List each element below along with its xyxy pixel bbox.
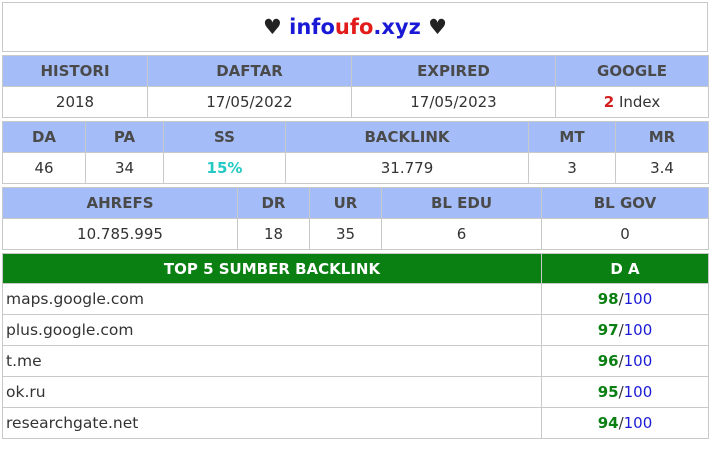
header-bl-edu: BL EDU — [381, 187, 542, 219]
bl-edu-value: 6 — [381, 218, 542, 250]
header-mt: MT — [528, 121, 616, 153]
dr-value: 18 — [237, 218, 310, 250]
heart-right-icon: ♥ — [428, 15, 447, 39]
table-row: t.me 96/100 — [2, 345, 709, 377]
backlink-site: ok.ru — [2, 376, 542, 408]
pa-value: 34 — [85, 152, 164, 184]
domain-title: ♥ infoufo.xyz ♥ — [2, 2, 708, 52]
header-dr: DR — [237, 187, 310, 219]
histori-value: 2018 — [2, 86, 148, 118]
da-value: 46 — [2, 152, 86, 184]
heart-left-icon: ♥ — [263, 15, 282, 39]
expired-value: 17/05/2023 — [351, 86, 556, 118]
header-expired: EXPIRED — [351, 55, 556, 87]
header-da-score: D A — [541, 253, 709, 284]
header-histori: HISTORI — [2, 55, 148, 87]
daftar-value: 17/05/2022 — [147, 86, 352, 118]
ahrefs-table: AHREFS DR UR BL EDU BL GOV 10.785.995 18… — [2, 187, 709, 250]
ss-value: 15% — [163, 152, 286, 184]
backlink-site: plus.google.com — [2, 314, 542, 346]
header-da: DA — [2, 121, 86, 153]
domain-stats-panel: ♥ infoufo.xyz ♥ HISTORI DAFTAR EXPIRED G… — [2, 2, 709, 439]
mr-value: 3.4 — [615, 152, 709, 184]
table-row: plus.google.com 97/100 — [2, 314, 709, 346]
table-row: researchgate.net 94/100 — [2, 407, 709, 439]
header-ahrefs: AHREFS — [2, 187, 238, 219]
title-table: ♥ infoufo.xyz ♥ — [2, 2, 708, 52]
backlink-site: maps.google.com — [2, 283, 542, 315]
header-daftar: DAFTAR — [147, 55, 352, 87]
header-ss: SS — [163, 121, 286, 153]
google-index-label: Index — [618, 93, 661, 111]
google-value: 2 Index — [555, 86, 709, 118]
metrics-table: DA PA SS BACKLINK MT MR 46 34 15% 31.779… — [2, 121, 709, 184]
header-pa: PA — [85, 121, 164, 153]
google-index-count: 2 — [603, 93, 615, 111]
domain-part-ufo: ufo — [334, 15, 374, 39]
ur-value: 35 — [309, 218, 382, 250]
backlink-da: 96/100 — [541, 345, 709, 377]
header-mr: MR — [615, 121, 709, 153]
header-top-sources: TOP 5 SUMBER BACKLINK — [2, 253, 542, 284]
table-row: maps.google.com 98/100 — [2, 283, 709, 315]
header-bl-gov: BL GOV — [541, 187, 709, 219]
backlink-da: 94/100 — [541, 407, 709, 439]
domain-part-info: info — [289, 15, 335, 39]
backlink-site: researchgate.net — [2, 407, 542, 439]
backlink-site: t.me — [2, 345, 542, 377]
backlink-da: 98/100 — [541, 283, 709, 315]
backlink-da: 97/100 — [541, 314, 709, 346]
history-table: HISTORI DAFTAR EXPIRED GOOGLE 2018 17/05… — [2, 55, 709, 118]
table-row: ok.ru 95/100 — [2, 376, 709, 408]
header-ur: UR — [309, 187, 382, 219]
mt-value: 3 — [528, 152, 616, 184]
backlink-value: 31.779 — [285, 152, 529, 184]
header-backlink: BACKLINK — [285, 121, 529, 153]
backlink-sources-table: TOP 5 SUMBER BACKLINK D A maps.google.co… — [2, 253, 709, 439]
ahrefs-value: 10.785.995 — [2, 218, 238, 250]
bl-gov-value: 0 — [541, 218, 709, 250]
backlink-da: 95/100 — [541, 376, 709, 408]
header-google: GOOGLE — [555, 55, 709, 87]
domain-part-tld: .xyz — [373, 15, 421, 39]
